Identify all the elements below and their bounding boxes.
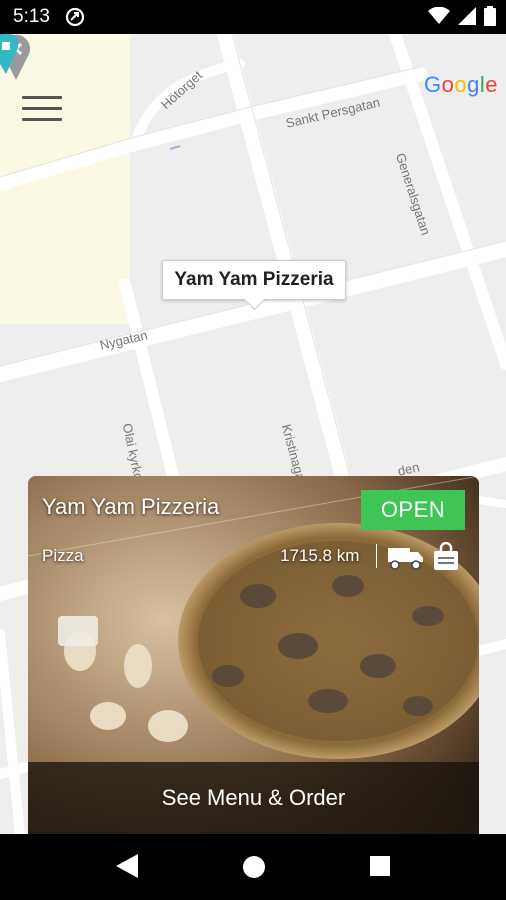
takeaway-bag-icon xyxy=(434,542,458,570)
hamburger-menu-icon[interactable] xyxy=(22,96,62,126)
status-icons xyxy=(428,6,496,26)
system-nav-bar xyxy=(0,834,506,900)
delivery-truck-icon xyxy=(388,548,423,570)
open-status-badge: OPEN xyxy=(361,490,465,530)
google-attribution: Google xyxy=(423,72,498,97)
marker-title: Yam Yam Pizzeria xyxy=(174,269,334,290)
status-time: 5:13 xyxy=(13,6,50,27)
app-notification-icon xyxy=(65,7,85,27)
signal-icon xyxy=(458,7,476,25)
map-marker-callout[interactable]: Yam Yam Pizzeria xyxy=(162,260,346,300)
battery-icon xyxy=(484,6,496,26)
status-bar: 5:13 xyxy=(0,0,506,34)
see-menu-order-label: See Menu & Order xyxy=(161,785,346,810)
back-icon[interactable] xyxy=(116,854,138,878)
recents-icon[interactable] xyxy=(370,856,390,876)
wifi-icon xyxy=(428,7,450,24)
divider xyxy=(376,544,377,568)
restaurant-name: Yam Yam Pizzeria xyxy=(42,494,220,519)
restaurant-category: Pizza xyxy=(42,546,84,565)
restaurant-card[interactable]: Yam Yam Pizzeria OPEN Pizza 1715.8 km Se… xyxy=(28,476,479,834)
side-place-marker-icon[interactable] xyxy=(0,34,18,74)
restaurant-distance: 1715.8 km xyxy=(280,546,360,565)
home-icon[interactable] xyxy=(243,856,265,878)
see-menu-order-button[interactable]: See Menu & Order xyxy=(28,762,479,834)
